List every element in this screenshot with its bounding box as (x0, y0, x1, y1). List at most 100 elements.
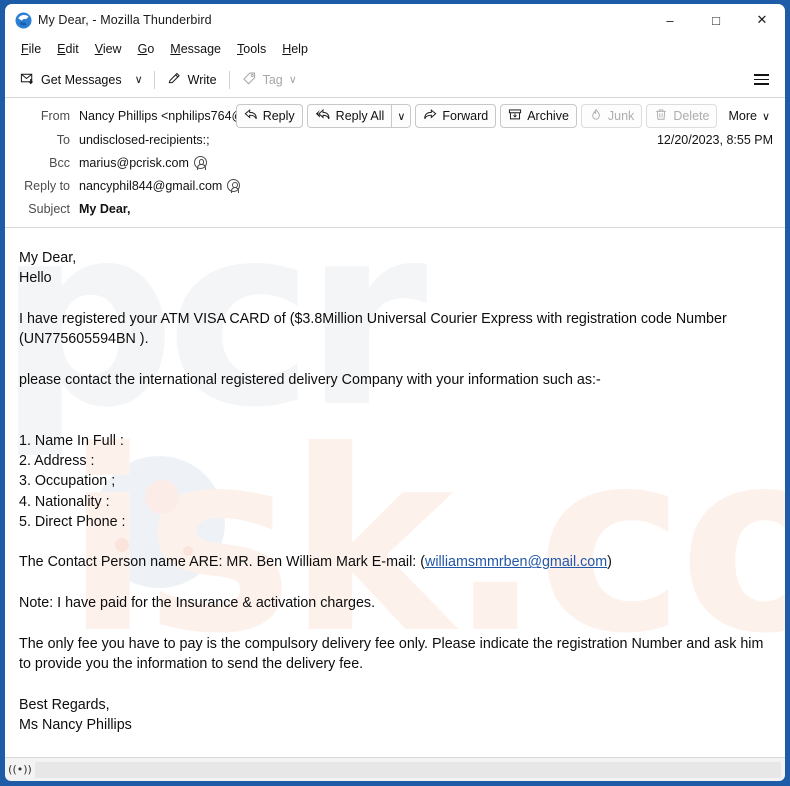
menu-edit-accel: E (57, 42, 66, 56)
menu-help[interactable]: Help (274, 39, 316, 59)
thunderbird-logo-icon (15, 12, 32, 29)
get-messages-dropdown[interactable]: ∨ (129, 69, 149, 90)
menu-message-rest: essage (180, 42, 222, 56)
envelope-download-icon (20, 71, 35, 89)
menu-go-accel: G (137, 42, 148, 56)
body-blank-7 (19, 613, 771, 633)
junk-flame-icon (589, 108, 603, 124)
forward-button[interactable]: Forward (415, 104, 497, 128)
body-line-regards: Best Regards, (19, 696, 110, 713)
chevron-down-icon: ∨ (288, 74, 297, 86)
status-message-field (35, 761, 781, 778)
reply-to-value[interactable]: nancyphil844@gmail.com (79, 178, 241, 193)
subject-value: My Dear, (79, 201, 131, 216)
menu-help-rest: elp (291, 42, 308, 56)
menu-go-rest: o (147, 42, 155, 56)
archive-button[interactable]: Archive (500, 104, 577, 128)
reply-label: Reply (262, 109, 295, 123)
menu-tools-rest: ools (243, 42, 267, 56)
body-line-greeting: My Dear, (19, 250, 77, 266)
trash-bin-icon (654, 108, 668, 124)
menu-view[interactable]: View (87, 39, 130, 59)
body-blank-8 (19, 674, 771, 694)
contact-email-link[interactable]: williamsmmrben@gmail.com (425, 554, 607, 570)
add-contact-icon[interactable] (227, 179, 241, 193)
reply-to-label: Reply to (24, 178, 70, 193)
reply-all-arrow-icon (315, 108, 331, 124)
get-messages-button[interactable]: Get Messages (13, 67, 129, 93)
contact-person-prefix: The Contact Person name ARE: MR. Ben Wil… (19, 554, 425, 571)
app-menu-button[interactable] (746, 66, 777, 93)
archive-box-icon (508, 108, 522, 124)
body-list-item-5: 5. Direct Phone : (19, 513, 126, 530)
thunderbird-window: My Dear, - Mozilla Thunderbird – □ ✕ Fil… (0, 0, 790, 786)
from-value[interactable]: Nancy Phillips <nphilips764@gmail.com> (79, 109, 236, 123)
to-text: undisclosed-recipients:; (79, 132, 210, 147)
online-status-icon[interactable]: ((•)) (5, 763, 35, 776)
menu-file-accel: F (21, 42, 29, 56)
body-list-item-3: 3. Occupation ; (19, 473, 116, 490)
menu-tools[interactable]: Tools (229, 39, 274, 59)
menu-message-accel: M (170, 42, 181, 56)
body-line-registered: I have registered your ATM VISA CARD of … (19, 310, 727, 348)
menu-bar: File Edit View Go Message Tools Help (5, 36, 785, 62)
to-label: To (56, 132, 70, 147)
body-blank-2 (19, 349, 771, 369)
chevron-down-icon: ∨ (397, 110, 406, 123)
toolbar-separator-2 (228, 70, 230, 89)
email-body-text: My Dear, Hello I have registered your AT… (19, 248, 771, 735)
get-messages-label: Get Messages (41, 72, 122, 87)
tag-label: Tag (262, 72, 283, 87)
more-button[interactable]: More ∨ (721, 106, 777, 126)
tag-icon (242, 71, 257, 89)
junk-label: Junk (607, 109, 635, 123)
minimize-button[interactable]: – (647, 4, 693, 36)
message-body: pcr isk.com My Dear, Hello I have regist… (5, 228, 785, 757)
bcc-text: marius@pcrisk.com (79, 155, 189, 170)
menu-help-accel: H (282, 42, 292, 56)
body-blank-4 (19, 410, 771, 430)
maximize-button[interactable]: □ (693, 4, 739, 36)
menu-message[interactable]: Message (162, 39, 229, 59)
body-list-item-2: 2. Address : (19, 452, 95, 469)
body-list-item-1: 1. Name In Full : (19, 432, 124, 449)
menu-view-accel: V (94, 42, 103, 56)
to-value[interactable]: undisclosed-recipients:; (79, 133, 210, 147)
chevron-down-icon: ∨ (134, 74, 143, 86)
header-row-to: To undisclosed-recipients:; 12/20/2023, … (5, 128, 785, 151)
forward-label: Forward (442, 109, 489, 123)
menu-go[interactable]: Go (130, 39, 163, 59)
write-label: Write (187, 72, 217, 87)
menu-edit[interactable]: Edit (49, 39, 87, 59)
reply-button[interactable]: Reply (235, 104, 303, 128)
add-contact-icon[interactable] (193, 156, 207, 170)
reply-all-button[interactable]: Reply All (306, 104, 392, 128)
write-button[interactable]: Write (160, 67, 224, 93)
title-bar: My Dear, - Mozilla Thunderbird – □ ✕ (5, 4, 785, 36)
archive-label: Archive (527, 109, 569, 123)
main-toolbar: Get Messages ∨ Write Tag ∨ (5, 62, 785, 98)
header-row-from: From Nancy Phillips <nphilips764@gmail.c… (5, 104, 785, 128)
menu-edit-rest: dit (65, 42, 79, 56)
from-text: Nancy Phillips <nphilips764@gmail.com> (79, 109, 236, 123)
window-controls: – □ ✕ (647, 4, 785, 36)
reply-arrow-icon (244, 108, 258, 124)
body-list-item-4: 4. Nationality : (19, 493, 110, 510)
delete-button[interactable]: Delete (646, 104, 718, 128)
reply-all-label: Reply All (335, 109, 385, 123)
tag-button[interactable]: Tag ∨ (235, 67, 304, 93)
menu-file[interactable]: File (13, 39, 49, 59)
body-blank-5 (19, 532, 771, 552)
junk-button[interactable]: Junk (580, 104, 643, 128)
menu-view-rest: iew (102, 42, 122, 56)
reply-all-dropdown[interactable]: ∨ (391, 104, 412, 128)
body-blank-3 (19, 390, 771, 410)
bcc-value[interactable]: marius@pcrisk.com (79, 156, 207, 170)
body-blank-6 (19, 573, 771, 593)
forward-arrow-icon (423, 108, 437, 124)
body-line-note: Note: I have paid for the Insurance & ac… (19, 595, 376, 612)
message-actions: Reply Reply All ∨ Forward Archive Junk D… (235, 104, 777, 128)
reply-to-text: nancyphil844@gmail.com (79, 178, 223, 193)
message-date: 12/20/2023, 8:55 PM (656, 132, 773, 147)
close-button[interactable]: ✕ (739, 4, 785, 36)
